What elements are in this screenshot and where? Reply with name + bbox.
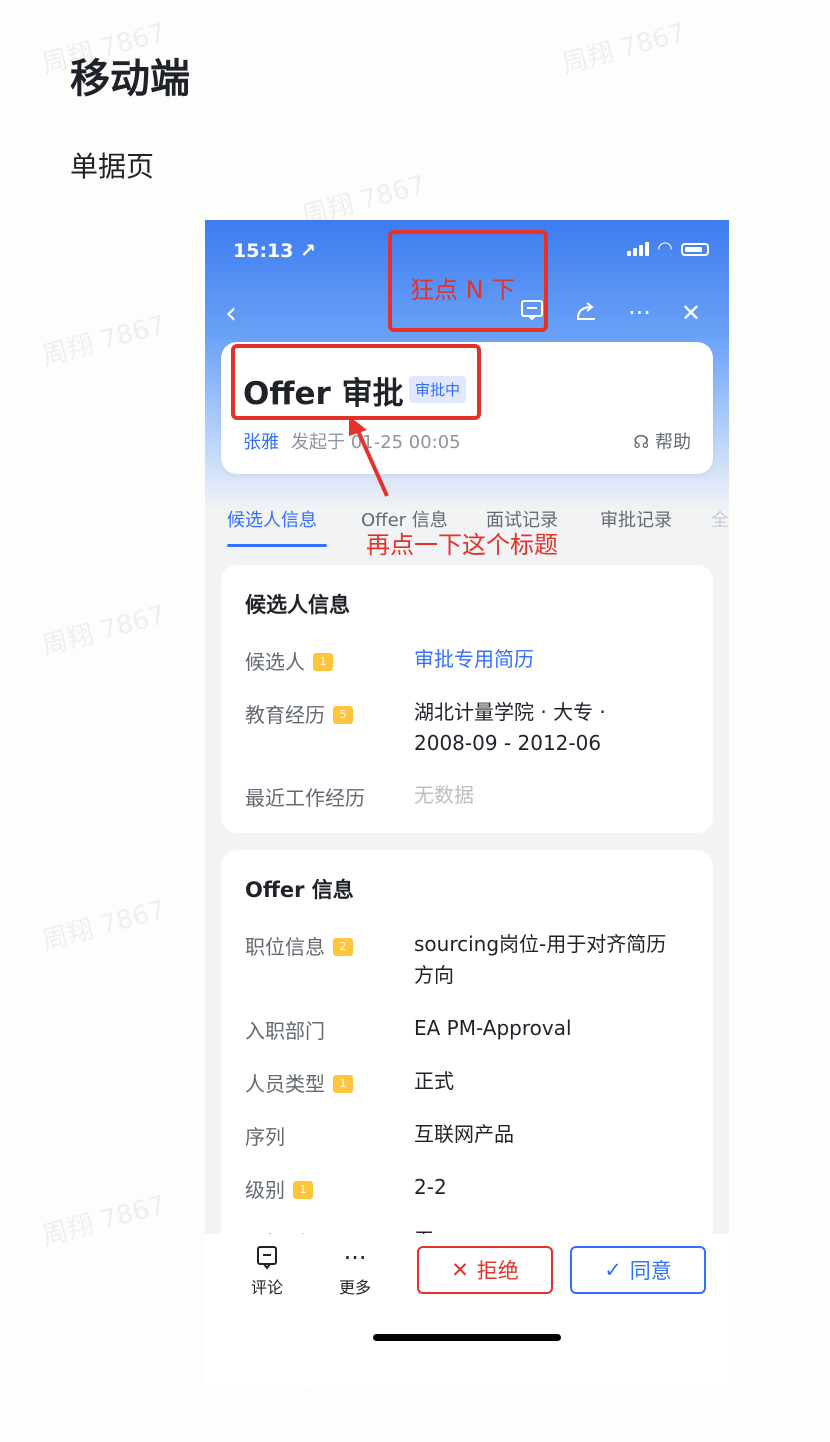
signal-icon xyxy=(627,242,650,256)
more-label: 更多 xyxy=(339,1278,372,1297)
row-value: 2-2 xyxy=(414,1175,447,1199)
count-badge: 1 xyxy=(293,1180,313,1199)
row-label: 最近工作经历 xyxy=(245,786,365,810)
count-badge: 1 xyxy=(313,652,333,671)
page-subtitle: 单据页 xyxy=(70,150,155,183)
more-button[interactable]: ··· 更多 xyxy=(339,1244,371,1298)
watermark: 周翔 7867 xyxy=(558,18,689,80)
row-label: 候选人 1 xyxy=(245,646,333,675)
help-label: 帮助 xyxy=(655,432,691,453)
reject-button[interactable]: ✕ 拒绝 xyxy=(417,1246,553,1294)
check-icon: ✓ xyxy=(604,1258,622,1282)
row-label: 职位信息 2 xyxy=(245,931,353,960)
status-icons: ◠ xyxy=(627,238,709,259)
comment-button[interactable]: 评论 xyxy=(251,1244,283,1298)
close-icon: ✕ xyxy=(451,1258,469,1282)
card-title: 候选人信息 xyxy=(245,593,350,617)
row-label: 级别 1 xyxy=(245,1174,313,1203)
row-value: EA PM-Approval xyxy=(414,1016,572,1040)
row-value: sourcing岗位-用于对齐简历方向 xyxy=(414,932,667,987)
wifi-icon: ◠ xyxy=(657,238,673,259)
bottom-action-bar: 评论 ··· 更多 ✕ 拒绝 ✓ 同意 xyxy=(205,1234,729,1390)
tab-interview[interactable]: 面试记录 xyxy=(486,506,558,532)
home-indicator xyxy=(373,1334,561,1341)
share-icon[interactable] xyxy=(574,298,598,328)
comment-icon xyxy=(251,1244,283,1274)
resume-link[interactable]: 审批专用简历 xyxy=(414,644,694,675)
battery-icon xyxy=(681,242,709,256)
watermark: 周翔 7867 xyxy=(38,895,169,957)
comment-label: 评论 xyxy=(251,1278,284,1297)
tab-candidate[interactable]: 候选人信息 xyxy=(227,506,317,532)
row-value: 湖北计量学院 · 大专 · 2008-09 - 2012-06 xyxy=(414,700,606,755)
annotation-text-top: 狂点 N 下 xyxy=(410,276,516,304)
phone-screenshot: 15:13 ↗ ◠ ‹ ··· ✕ 狂点 N 下 Offer 审批 审批中 张雅… xyxy=(205,220,729,1390)
initiator-link[interactable]: 张雅 xyxy=(243,428,279,454)
count-badge: 5 xyxy=(333,705,353,724)
candidate-card: 候选人信息 候选人 1 审批专用简历 教育经历 5 湖北计量学院 · 大专 · 20… xyxy=(221,565,713,833)
tab-all[interactable]: 全 xyxy=(711,506,729,532)
headset-icon: ☊ xyxy=(633,432,655,453)
row-label: 入职部门 xyxy=(245,1019,325,1043)
tab-indicator xyxy=(227,544,327,547)
count-badge: 2 xyxy=(333,937,353,956)
watermark: 周翔 7867 xyxy=(38,600,169,662)
approve-button[interactable]: ✓ 同意 xyxy=(570,1246,706,1294)
watermark: 周翔 7867 xyxy=(38,1190,169,1252)
card-title: Offer 信息 xyxy=(245,878,354,902)
row-value: 互联网产品 xyxy=(414,1122,514,1146)
close-icon[interactable]: ✕ xyxy=(681,299,701,327)
tab-offer[interactable]: Offer 信息 xyxy=(361,506,448,532)
tab-bar: 候选人信息 Offer 信息 面试记录 审批记录 全 xyxy=(205,506,729,547)
back-icon[interactable]: ‹ xyxy=(225,296,237,331)
annotation-arrow xyxy=(349,416,389,497)
more-dots-icon: ··· xyxy=(343,1244,367,1272)
reject-label: 拒绝 xyxy=(476,1259,519,1283)
more-icon[interactable]: ··· xyxy=(628,299,651,327)
tab-approval-record[interactable]: 审批记录 xyxy=(600,506,672,532)
help-button[interactable]: ☊ 帮助 xyxy=(633,428,691,454)
count-badge: 1 xyxy=(333,1074,353,1093)
row-value: 正式 xyxy=(414,1069,454,1093)
page-title: 移动端 xyxy=(70,56,190,102)
status-time: 15:13 ↗ xyxy=(233,240,317,262)
offer-card: Offer 信息 职位信息 2 sourcing岗位-用于对齐简历方向 入职部门 … xyxy=(221,850,713,1270)
header-card: Offer 审批 审批中 张雅 发起于 01-25 00:05 ☊ 帮助 xyxy=(221,342,713,474)
row-label: 教育经历 5 xyxy=(245,699,353,728)
approve-label: 同意 xyxy=(629,1259,672,1283)
annotation-box-title xyxy=(231,344,481,420)
row-value: 无数据 xyxy=(414,783,474,807)
row-label: 人员类型 1 xyxy=(245,1068,353,1097)
row-label: 序列 xyxy=(245,1125,285,1149)
watermark: 周翔 7867 xyxy=(38,310,169,372)
